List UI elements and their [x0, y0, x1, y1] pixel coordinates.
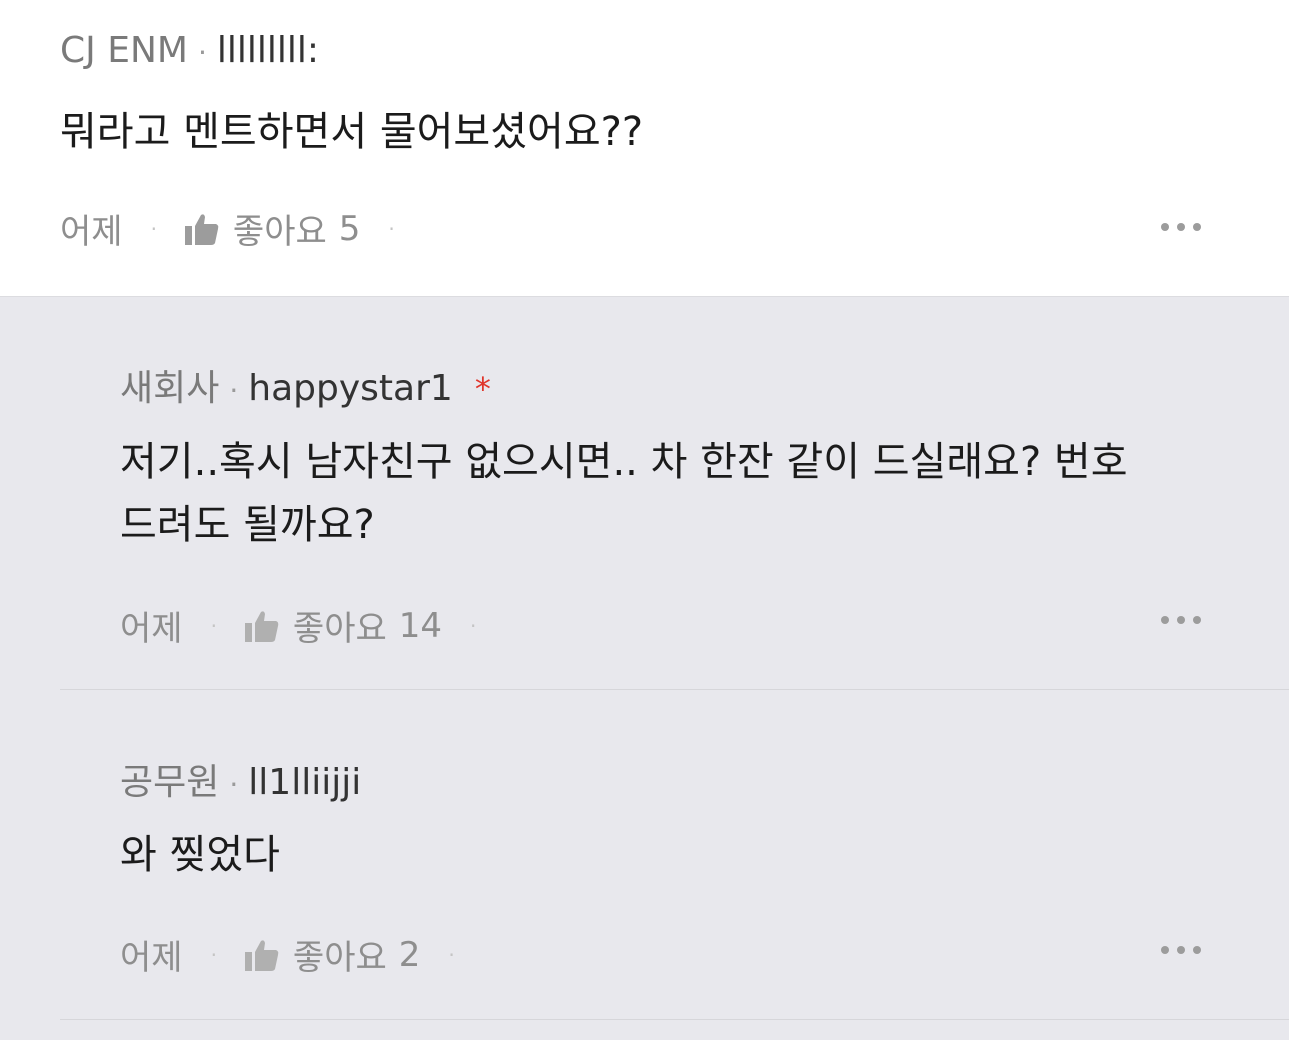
reply-divider: [60, 689, 1289, 690]
reply-text: 저기..혹시 남자친구 없으시면.. 차 한잔 같이 드실래요? 번호 드려도 …: [120, 431, 1128, 557]
thumbs-up-icon: [244, 610, 279, 642]
like-count: 14: [398, 605, 443, 646]
like-label: 좋아요: [292, 609, 387, 649]
action-separator: ·: [448, 942, 455, 967]
like-count: 2: [398, 934, 421, 975]
like-label: 좋아요: [232, 212, 327, 252]
nickname[interactable]: ll1llii̇jji: [248, 762, 361, 803]
like-label: 좋아요: [292, 938, 387, 978]
meta-separator: ·: [197, 36, 207, 69]
more-options-button[interactable]: [1161, 616, 1201, 624]
nickname[interactable]: lllllllll:: [217, 30, 319, 71]
author-star-badge: *: [474, 370, 491, 408]
company-name: 새회사: [120, 368, 220, 409]
reply-time: 어제: [120, 938, 183, 978]
action-separator: ·: [470, 613, 477, 638]
company-name: CJ ENM: [60, 30, 188, 71]
action-separator: ·: [150, 216, 157, 241]
more-dot-icon: [1161, 616, 1169, 624]
reply-text-line: 저기..혹시 남자친구 없으시면.. 차 한잔 같이 드실래요? 번호: [120, 439, 1128, 485]
more-dot-icon: [1193, 616, 1201, 624]
like-button[interactable]: 좋아요 14: [244, 601, 443, 650]
comment-text: 뭐라고 멘트하면서 물어보셨어요??: [60, 109, 644, 155]
more-dot-icon: [1161, 223, 1169, 231]
reply-meta: 공무원 · ll1llii̇jji: [120, 753, 361, 805]
replies-section: 새회사 · happystar1 * 저기..혹시 남자친구 없으시면.. 차 …: [0, 296, 1289, 1040]
company-name: 공무원: [120, 762, 220, 803]
reply-text-line: 드려도 될까요?: [120, 502, 375, 548]
more-dot-icon: [1193, 946, 1201, 954]
more-dot-icon: [1193, 223, 1201, 231]
thumbs-up-icon: [244, 939, 279, 971]
more-dot-icon: [1161, 946, 1169, 954]
meta-separator: ·: [229, 374, 239, 407]
action-separator: ·: [388, 216, 395, 241]
meta-separator: ·: [229, 768, 239, 801]
more-dot-icon: [1177, 946, 1185, 954]
reply-actions: 어제 · 좋아요 2 ·: [120, 930, 483, 979]
comment-meta: CJ ENM · lllllllll:: [60, 30, 319, 71]
reply-actions: 어제 · 좋아요 14 ·: [120, 601, 504, 650]
more-options-button[interactable]: [1161, 223, 1201, 231]
reply-text: 와 찢었다: [120, 824, 280, 887]
comment-actions: 어제 · 좋아요 5 ·: [60, 204, 423, 253]
action-separator: ·: [210, 942, 217, 967]
action-separator: ·: [210, 613, 217, 638]
like-button[interactable]: 좋아요 5: [184, 204, 361, 253]
more-dot-icon: [1177, 223, 1185, 231]
like-count: 5: [338, 208, 361, 249]
reply-meta: 새회사 · happystar1 *: [120, 359, 491, 411]
reply-text-line: 와 찢었다: [120, 832, 280, 878]
nickname[interactable]: happystar1: [248, 368, 453, 409]
reply-time: 어제: [120, 609, 183, 649]
comment-main: CJ ENM · lllllllll: 뭐라고 멘트하면서 물어보셨어요?? 어…: [0, 0, 1289, 296]
like-button[interactable]: 좋아요 2: [244, 930, 421, 979]
more-options-button[interactable]: [1161, 946, 1201, 954]
thumbs-up-icon: [184, 213, 219, 245]
more-dot-icon: [1177, 616, 1185, 624]
reply-divider: [60, 1019, 1289, 1020]
comment-time: 어제: [60, 212, 123, 252]
